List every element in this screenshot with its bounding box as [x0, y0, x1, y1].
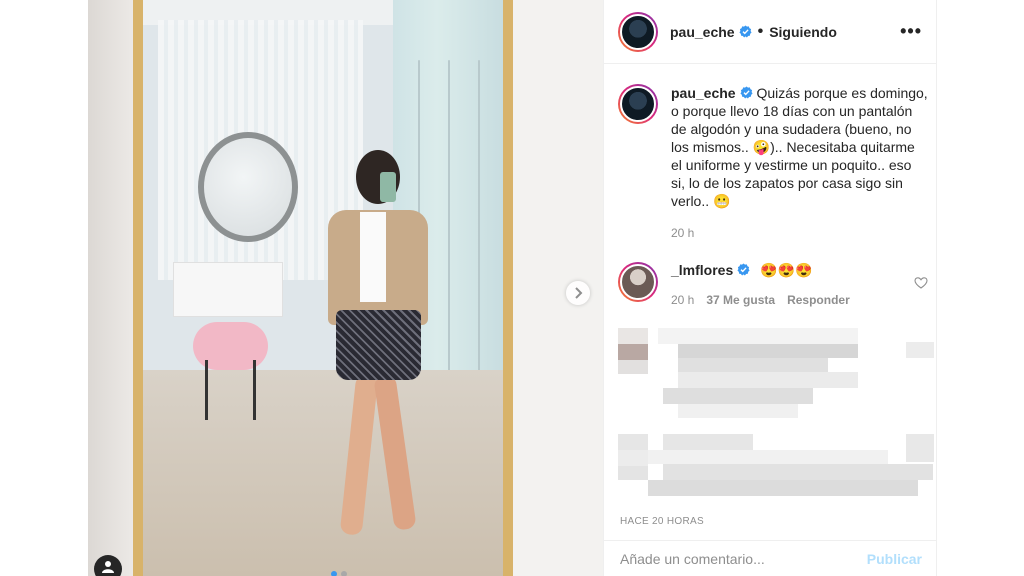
comment-time[interactable]: 20 h	[671, 293, 694, 307]
caption: pau_eche Quizás porque es domingo, o por…	[618, 84, 928, 242]
mirror-reflection	[143, 0, 503, 576]
mirror-frame	[133, 0, 513, 576]
chevron-right-icon	[575, 287, 583, 299]
comment-input[interactable]	[620, 550, 867, 567]
verified-badge-icon	[739, 25, 752, 38]
comment-avatar[interactable]	[618, 262, 658, 302]
add-comment-bar: Publicar	[604, 540, 936, 576]
comment-item: _lmflores 😍😍😍 20 h 37 Me gusta Responder	[618, 262, 934, 307]
caption-avatar[interactable]	[618, 84, 658, 124]
publish-button[interactable]: Publicar	[867, 551, 922, 567]
reply-button[interactable]: Responder	[787, 293, 850, 307]
carousel-dot-active	[331, 571, 337, 576]
verified-badge-icon	[737, 263, 750, 276]
stool-leg	[253, 360, 256, 420]
wall	[88, 0, 133, 576]
comment-body: _lmflores 😍😍😍 20 h 37 Me gusta Responder	[671, 262, 911, 307]
avatar-image	[620, 13, 656, 50]
post-sidebar: pau_eche • Siguiendo ••• pau_eche Quizás…	[603, 0, 937, 576]
post-photo[interactable]	[88, 0, 603, 576]
post-header: pau_eche • Siguiendo •••	[604, 0, 936, 64]
vanity-table	[173, 262, 283, 317]
person-phone	[380, 172, 396, 202]
person-leg	[339, 374, 379, 536]
person-skirt	[336, 310, 421, 380]
heart-outline-icon[interactable]	[914, 276, 928, 290]
caption-time[interactable]: 20 h	[671, 224, 928, 242]
header-username[interactable]: pau_eche	[670, 24, 735, 40]
header-separator: •	[757, 22, 764, 40]
user-tag-button[interactable]	[94, 555, 122, 576]
caption-username[interactable]: pau_eche	[671, 85, 736, 101]
profile-avatar[interactable]	[618, 11, 658, 52]
avatar-image	[620, 264, 656, 300]
blurred-comment	[618, 434, 934, 512]
carousel-dot	[341, 571, 347, 576]
more-options-button[interactable]: •••	[900, 21, 922, 42]
carousel-dots	[331, 571, 347, 576]
user-tag-icon	[102, 561, 114, 573]
comment-meta: 20 h 37 Me gusta Responder	[671, 293, 911, 307]
caption-text: Quizás porque es domingo, o porque llevo…	[671, 85, 928, 209]
comment-likes[interactable]: 37 Me gusta	[706, 293, 775, 307]
comment-text: 😍😍😍	[760, 262, 813, 278]
verified-badge-icon	[740, 86, 753, 99]
round-mirror	[198, 132, 298, 242]
person-leg	[373, 374, 417, 531]
next-slide-button[interactable]	[566, 281, 590, 305]
caption-body: pau_eche Quizás porque es domingo, o por…	[671, 84, 928, 242]
comment-username[interactable]: _lmflores	[671, 262, 733, 278]
blurred-comment	[618, 328, 934, 420]
post-timestamp[interactable]: HACE 20 HORAS	[620, 516, 704, 527]
person	[318, 150, 438, 545]
following-button[interactable]: Siguiendo	[769, 24, 837, 40]
avatar-image	[620, 86, 656, 122]
stool-leg	[205, 360, 208, 420]
person-shirt	[360, 212, 386, 302]
